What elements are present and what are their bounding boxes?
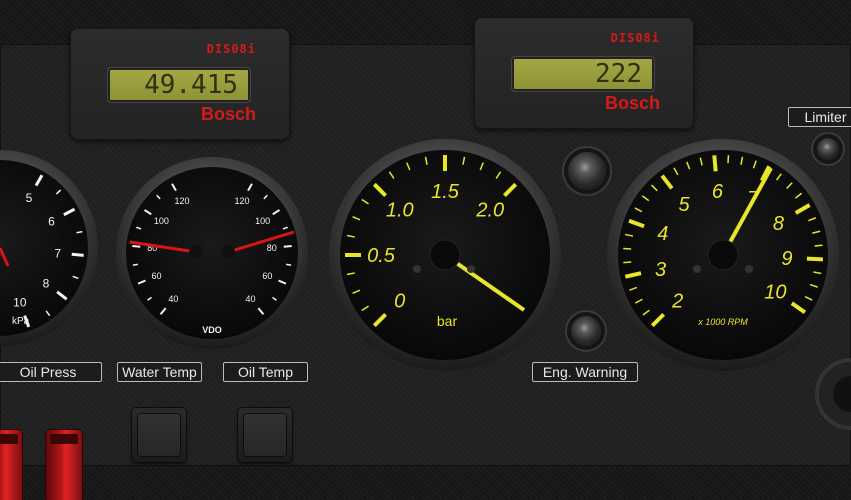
eng-warning-lamp [571, 316, 601, 346]
tick-label: 80 [267, 243, 277, 253]
tick-label: 7 [54, 246, 61, 260]
tick-label: 5 [26, 191, 33, 205]
tick-label: 9 [781, 248, 792, 270]
boost-pressure-gauge: 0 0.5 1.0 1.5 2.0 bar [329, 139, 561, 371]
oil-pressure-gauge: 5 6 7 8 10 kPa [0, 150, 98, 346]
tick-mark [132, 263, 138, 266]
tick-label: 6 [712, 181, 724, 203]
tick-label: 6 [48, 214, 55, 228]
tick-label: 2 [671, 290, 683, 312]
tick-label: 4 [657, 223, 668, 245]
tick-mark [132, 245, 141, 248]
tick-label: 1.0 [386, 200, 414, 222]
tick-label: 120 [174, 196, 189, 206]
needle-hub [707, 239, 739, 271]
tick-mark [286, 263, 292, 266]
tick-label: 10 [13, 296, 27, 310]
dashboard: DIS08i 49.415 Bosch DIS08i 222 Bosch 567… [0, 0, 851, 500]
toggle-switch-1[interactable] [0, 430, 22, 500]
tick-mark [623, 247, 632, 250]
needle-hub [221, 245, 235, 259]
tachometer-gauge: 2345678910 x 1000 RPM [607, 139, 839, 371]
tick-label: 8 [773, 213, 784, 235]
tick-label: 40 [168, 294, 178, 304]
tick-label: 100 [255, 216, 270, 226]
toggle-switch-2[interactable] [46, 430, 82, 500]
tick-label: 2.0 [475, 200, 504, 222]
water-temp-button[interactable] [132, 408, 186, 462]
tick-mark [814, 244, 823, 247]
tick-label: 0 [394, 290, 405, 312]
needle-hub [189, 245, 203, 259]
needle-hub [429, 239, 461, 271]
tick-label: 60 [262, 271, 272, 281]
screw [413, 265, 421, 273]
gauges-layer: 567810 kPa 120100806040120100806040 VDO … [0, 139, 851, 430]
oil-temp-button[interactable] [238, 408, 292, 462]
tick-mark [623, 261, 632, 264]
eng-warning-label: Eng. Warning [532, 362, 638, 382]
tick-label: 0.5 [367, 245, 396, 267]
tick-label: 10 [764, 282, 786, 304]
tick-label: 40 [246, 294, 256, 304]
temperature-gauge: 120100806040120100806040 VDO [116, 157, 308, 349]
gauge-brand: VDO [202, 325, 222, 335]
tick-label: 60 [152, 271, 162, 281]
tick-label: 3 [655, 259, 666, 281]
boost-unit: bar [437, 313, 458, 329]
tick-label: 1.5 [431, 181, 460, 203]
tick-label: 8 [43, 277, 50, 291]
water-temp-label: Water Temp [117, 362, 202, 382]
warning-lamp-top [568, 152, 606, 190]
screw [745, 265, 753, 273]
oil-temp-label: Oil Temp [223, 362, 308, 382]
tick-label: 120 [234, 196, 249, 206]
limiter-label: Limiter [788, 107, 851, 127]
tick-mark [283, 245, 292, 248]
rpm-unit: x 1000 RPM [697, 317, 748, 327]
limiter-lamp [817, 138, 839, 160]
tick-label: 100 [154, 216, 169, 226]
oil-press-label: Oil Press [0, 362, 102, 382]
tick-label: 5 [678, 194, 690, 216]
oil-press-unit: kPa [12, 316, 30, 327]
tick-mark [71, 252, 84, 257]
tick-mark [712, 155, 718, 172]
screw [693, 265, 701, 273]
tick-mark [806, 256, 823, 262]
screw [467, 265, 475, 273]
